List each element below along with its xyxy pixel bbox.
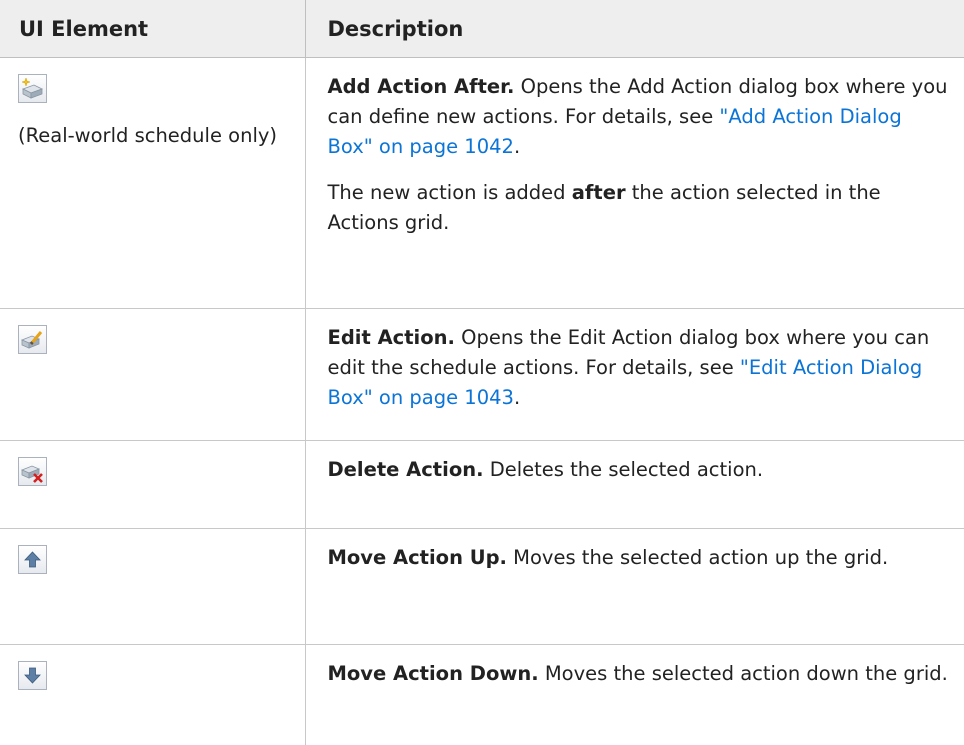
table-row-edit-action: Edit Action. Opens the Edit Action dialo… [0,309,964,441]
table-row-move-up: Move Action Up. Moves the selected actio… [0,529,964,645]
element-cell [0,529,305,645]
table-row-move-down: Move Action Down. Moves the selected act… [0,645,964,745]
element-cell [0,441,305,529]
edit-action-description: Edit Action. Opens the Edit Action dialo… [328,323,951,413]
move-up-description: Move Action Up. Moves the selected actio… [328,543,951,573]
description-cell: Delete Action. Deletes the selected acti… [305,441,964,529]
ui-elements-table: UI Element Description (Real-world sched… [0,0,964,745]
description-text-end: . [514,386,520,409]
schedule-note: (Real-world schedule only) [18,121,297,151]
add-action-description: Add Action After. Opens the Add Action d… [328,72,951,162]
element-cell: (Real-world schedule only) [0,58,305,309]
arrow-up-icon [18,545,47,574]
note-bold: after [572,181,626,204]
description-cell: Add Action After. Opens the Add Action d… [305,58,964,309]
term-label: Delete Action. [328,458,484,481]
description-text: Moves the selected action up the grid. [507,546,888,569]
element-cell [0,309,305,441]
term-label: Move Action Down. [328,662,539,685]
description-text-end: . [514,135,520,158]
header-ui-element: UI Element [0,0,305,58]
arrow-down-icon [18,661,47,690]
edit-action-icon [18,325,47,354]
description-cell: Move Action Up. Moves the selected actio… [305,529,964,645]
term-label: Add Action After. [328,75,515,98]
term-label: Move Action Up. [328,546,507,569]
header-description: Description [305,0,964,58]
add-action-note: The new action is added after the action… [328,178,951,238]
term-label: Edit Action. [328,326,455,349]
note-text: The new action is added [328,181,572,204]
table-row-delete-action: Delete Action. Deletes the selected acti… [0,441,964,529]
element-cell [0,645,305,745]
add-action-icon [18,74,47,103]
table-header-row: UI Element Description [0,0,964,58]
delete-action-icon [18,457,47,486]
table-row-add-action: (Real-world schedule only) Add Action Af… [0,58,964,309]
move-down-description: Move Action Down. Moves the selected act… [328,659,951,689]
description-cell: Move Action Down. Moves the selected act… [305,645,964,745]
description-cell: Edit Action. Opens the Edit Action dialo… [305,309,964,441]
description-text: Deletes the selected action. [484,458,764,481]
delete-action-description: Delete Action. Deletes the selected acti… [328,455,951,485]
description-text: Moves the selected action down the grid. [539,662,948,685]
